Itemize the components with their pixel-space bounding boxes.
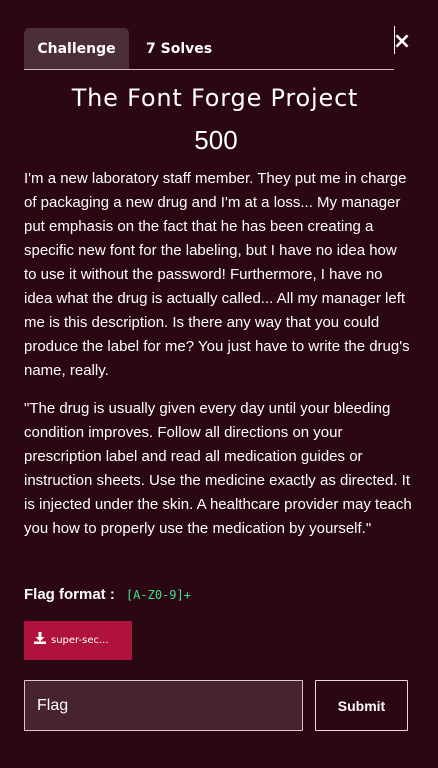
challenge-title: The Font Forge Project bbox=[71, 84, 359, 112]
challenge-description: I'm a new laboratory staff member. They … bbox=[24, 170, 410, 379]
file-download-label: super-sec... bbox=[51, 635, 109, 646]
challenge-quote: "The drug is usually given every day unt… bbox=[24, 400, 412, 537]
tab-bar: Challenge 7 Solves bbox=[24, 28, 394, 70]
flag-input[interactable] bbox=[24, 680, 303, 731]
download-icon bbox=[33, 623, 47, 644]
flag-format-label: Flag format : bbox=[24, 586, 115, 603]
tab-solves[interactable]: 7 Solves bbox=[146, 28, 212, 69]
submit-button[interactable]: Submit bbox=[315, 680, 408, 731]
file-download-button[interactable]: super-sec... bbox=[24, 621, 132, 660]
tab-challenge[interactable]: Challenge bbox=[24, 28, 129, 69]
challenge-value: 500 bbox=[194, 125, 238, 155]
flag-format: Flag format : [A-Z0-9]+ bbox=[24, 584, 191, 604]
flag-format-value: [A-Z0-9]+ bbox=[125, 588, 191, 602]
